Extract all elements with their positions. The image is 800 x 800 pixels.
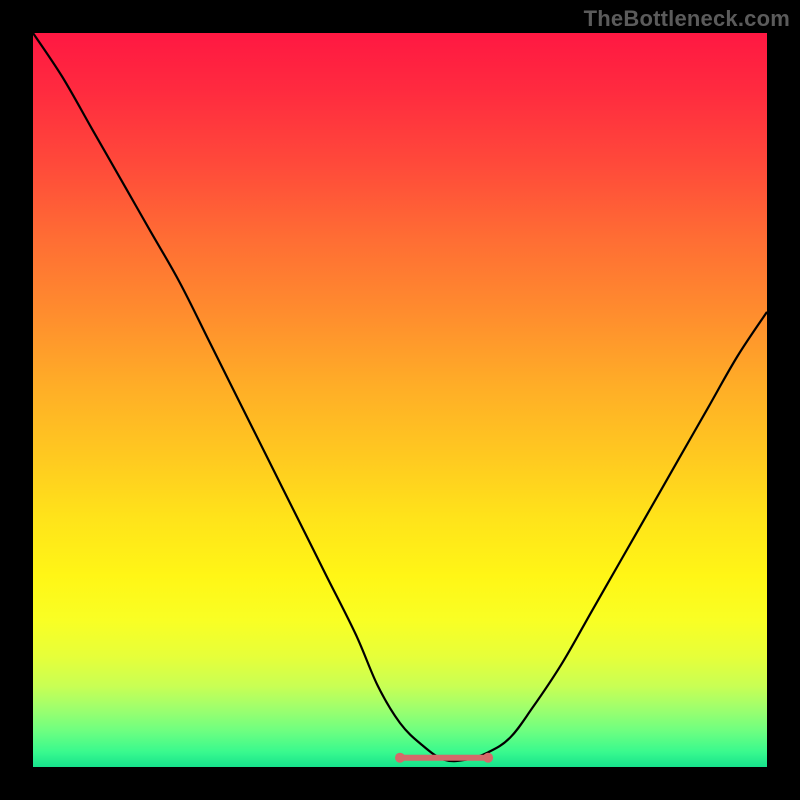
flat-region-end-dot	[483, 753, 493, 763]
flat-region-end-dot	[395, 753, 405, 763]
flat-region-markers	[395, 753, 493, 763]
curve-svg	[33, 33, 767, 767]
watermark-text: TheBottleneck.com	[584, 6, 790, 32]
plot-area	[33, 33, 767, 767]
bottleneck-curve-path	[33, 33, 767, 761]
chart-stage: TheBottleneck.com	[0, 0, 800, 800]
